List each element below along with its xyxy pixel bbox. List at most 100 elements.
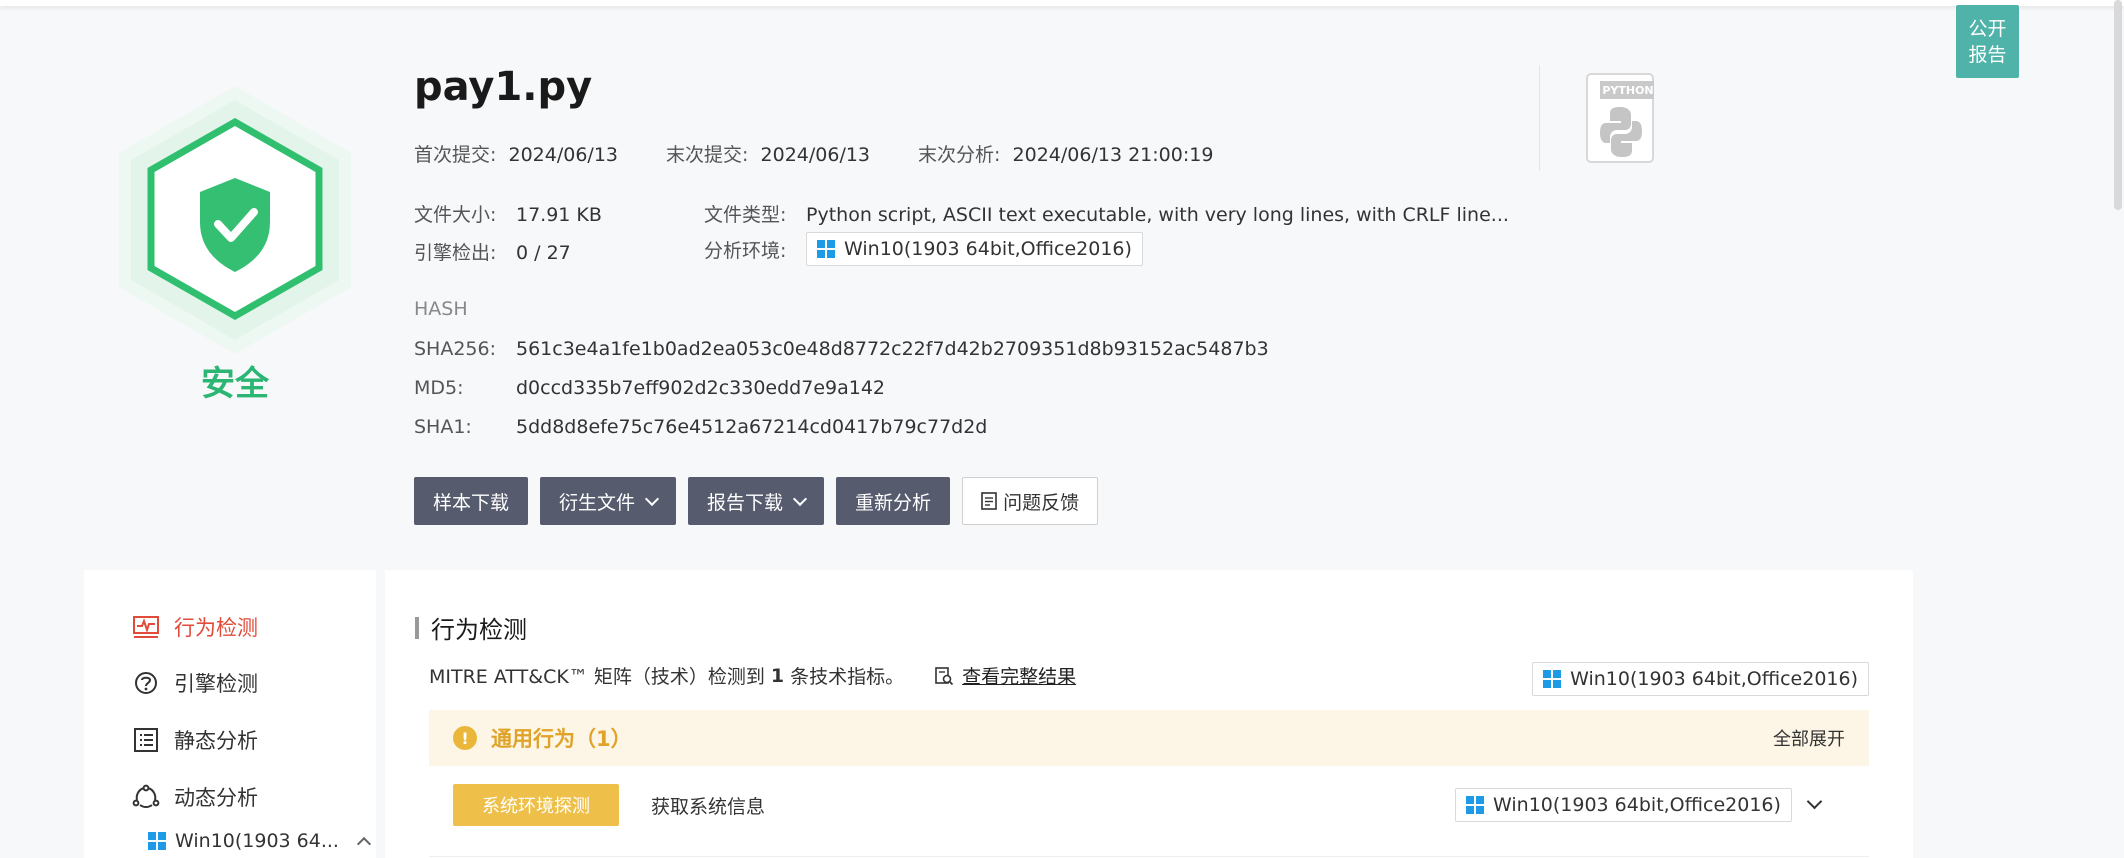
warning-icon: ! (453, 726, 477, 750)
last-submit-value: 2024/06/13 (760, 144, 871, 166)
public-report-button[interactable]: 公开 报告 (1956, 5, 2019, 78)
main-env-tag: Win10(1903 64bit,Office2016) (1532, 662, 1869, 696)
feedback-label: 问题反馈 (1003, 491, 1080, 514)
sidebar-sub-env[interactable]: Win10(1903 64... (148, 830, 372, 852)
submit-meta: 首次提交: 2024/06/13 末次提交: 2024/06/13 末次分析: … (414, 140, 1261, 167)
section-title: 行为检测 (415, 610, 527, 645)
sha256-label: SHA256: (414, 338, 497, 360)
file-size-label: 文件大小: (414, 204, 497, 226)
chevron-down-icon (644, 491, 660, 506)
file-type-icon-text: PYTHON (1602, 84, 1653, 97)
main-env-text: Win10(1903 64bit,Office2016) (1570, 668, 1858, 690)
derived-files-label: 衍生文件 (559, 491, 636, 514)
download-sample-button[interactable]: 样本下载 (414, 477, 529, 525)
file-name: pay1.py (414, 64, 593, 110)
document-icon (981, 492, 997, 510)
expand-all-button[interactable]: 全部展开 (1773, 710, 1845, 766)
chevron-up-icon (356, 836, 372, 852)
reanalyze-button[interactable]: 重新分析 (836, 477, 951, 525)
gauge-icon (135, 672, 157, 694)
engine-detect-label: 引擎检出: (414, 242, 497, 264)
chevron-down-icon (792, 491, 808, 506)
sidebar-item-static[interactable]: 静态分析 (132, 725, 258, 755)
engine-detect: 引擎检出: 0 / 27 (414, 238, 571, 265)
windows-icon (148, 832, 166, 850)
mitre-prefix: MITRE ATT&CK™ 矩阵（技术）检测到 (429, 666, 765, 688)
sidebar-item-label: 行为检测 (174, 616, 258, 640)
mitre-count: 1 (770, 664, 785, 687)
view-full-results-link[interactable]: 查看完整结果 (934, 662, 1076, 689)
first-submit-label: 首次提交: (414, 144, 497, 166)
behavior-row[interactable]: 系统环境探测 获取系统信息 Win10(1903 64bit,Office201… (429, 770, 1869, 857)
behavior-env-text: Win10(1903 64bit,Office2016) (1493, 794, 1781, 816)
last-analysis-value: 2024/06/13 21:00:19 (1012, 144, 1214, 166)
env-tag-text: Win10(1903 64bit,Office2016) (844, 238, 1132, 260)
monitor-pulse-icon (133, 616, 159, 638)
sidebar-item-behavior[interactable]: 行为检测 (132, 612, 258, 642)
derived-files-button[interactable]: 衍生文件 (540, 477, 677, 525)
md5-value: d0ccd335b7eff902d2c330edd7e9a142 (516, 377, 886, 399)
sidebar-sub-env-label: Win10(1903 64... (175, 830, 339, 852)
reanalyze-label: 重新分析 (855, 491, 932, 514)
list-icon (134, 728, 158, 752)
behavior-env-tag: Win10(1903 64bit,Office2016) (1455, 788, 1792, 822)
behavior-description: 获取系统信息 (651, 795, 766, 818)
env-tag: Win10(1903 64bit,Office2016) (806, 232, 1143, 266)
document-search-icon (935, 666, 954, 685)
file-size: 文件大小: 17.91 KB (414, 200, 602, 227)
behavior-group-header[interactable]: ! 通用行为（1） 全部展开 (429, 710, 1869, 766)
file-type: 文件类型: Python script, ASCII text executabl… (704, 200, 1509, 227)
behavior-tag: 系统环境探测 (453, 784, 619, 826)
windows-icon (817, 240, 835, 258)
cycle-icon (132, 784, 160, 808)
analysis-env-label: 分析环境: (704, 239, 787, 262)
sha256-row: SHA256: 561c3e4a1fe1b0ad2ea053c0e48d8772c… (414, 338, 1269, 360)
top-bar (0, 0, 2124, 6)
md5-row: MD5: d0ccd335b7eff902d2c330edd7e9a142 (414, 377, 885, 399)
behavior-panel: 行为检测 MITRE ATT&CK™ 矩阵（技术）检测到 1 条技术指标。 查看… (385, 570, 1913, 858)
feedback-button[interactable]: 问题反馈 (962, 477, 1099, 525)
download-sample-label: 样本下载 (433, 491, 510, 514)
mitre-summary: MITRE ATT&CK™ 矩阵（技术）检测到 1 条技术指标。 查看完整结果 (429, 662, 1076, 689)
verdict-badge (110, 82, 360, 372)
sha1-row: SHA1: 5dd8d8efe75c76e4512a67214cd0417b79c… (414, 416, 987, 438)
sidebar-item-label: 静态分析 (174, 729, 258, 753)
safe-shield-icon (119, 86, 351, 354)
sidebar-item-label: 引擎检测 (174, 672, 258, 696)
sidebar: 行为检测 引擎检测 静态分析 动态分析 Win10(1903 64... (84, 570, 376, 858)
title-accent-bar (415, 616, 419, 639)
engine-detect-value: 0 / 27 (516, 242, 571, 264)
python-file-icon: PYTHON (1586, 73, 1654, 163)
vertical-divider (1539, 65, 1540, 171)
file-size-value: 17.91 KB (516, 204, 602, 226)
sidebar-item-engine[interactable]: 引擎检测 (132, 668, 258, 698)
behavior-group-title: ! 通用行为（1） (453, 710, 632, 766)
last-submit-label: 末次提交: (666, 144, 749, 166)
public-report-line1: 公开 (1968, 17, 2007, 40)
file-type-label: 文件类型: (704, 204, 787, 226)
sha1-label: SHA1: (414, 416, 472, 438)
public-report-line2: 报告 (1968, 43, 2007, 66)
behavior-group-title-text: 通用行为（1） (491, 727, 632, 751)
chevron-down-icon[interactable] (1806, 793, 1823, 810)
section-title-text: 行为检测 (431, 616, 527, 644)
sidebar-item-label: 动态分析 (174, 786, 258, 810)
analysis-env: 分析环境: Win10(1903 64bit,Office2016) (704, 232, 1143, 266)
hash-title: HASH (414, 298, 468, 320)
windows-icon (1466, 796, 1484, 814)
action-buttons: 样本下载 衍生文件 报告下载 重新分析 问题反馈 (414, 477, 1110, 525)
last-analysis-label: 末次分析: (918, 144, 1001, 166)
first-submit-value: 2024/06/13 (508, 144, 619, 166)
sidebar-item-dynamic[interactable]: 动态分析 (132, 782, 258, 812)
sha256-value: 561c3e4a1fe1b0ad2ea053c0e48d8772c22f7d42… (516, 338, 1269, 360)
report-download-label: 报告下载 (707, 491, 784, 514)
sha1-value: 5dd8d8efe75c76e4512a67214cd0417b79c77d2d (516, 416, 988, 438)
verdict-label: 安全 (201, 364, 269, 404)
md5-label: MD5: (414, 377, 464, 399)
mitre-suffix: 条技术指标。 (790, 666, 905, 688)
scrollbar-thumb[interactable] (2114, 0, 2122, 210)
report-download-button[interactable]: 报告下载 (688, 477, 825, 525)
file-type-value: Python script, ASCII text executable, wi… (806, 204, 1509, 226)
view-full-results-label: 查看完整结果 (962, 666, 1077, 688)
windows-icon (1543, 670, 1562, 688)
